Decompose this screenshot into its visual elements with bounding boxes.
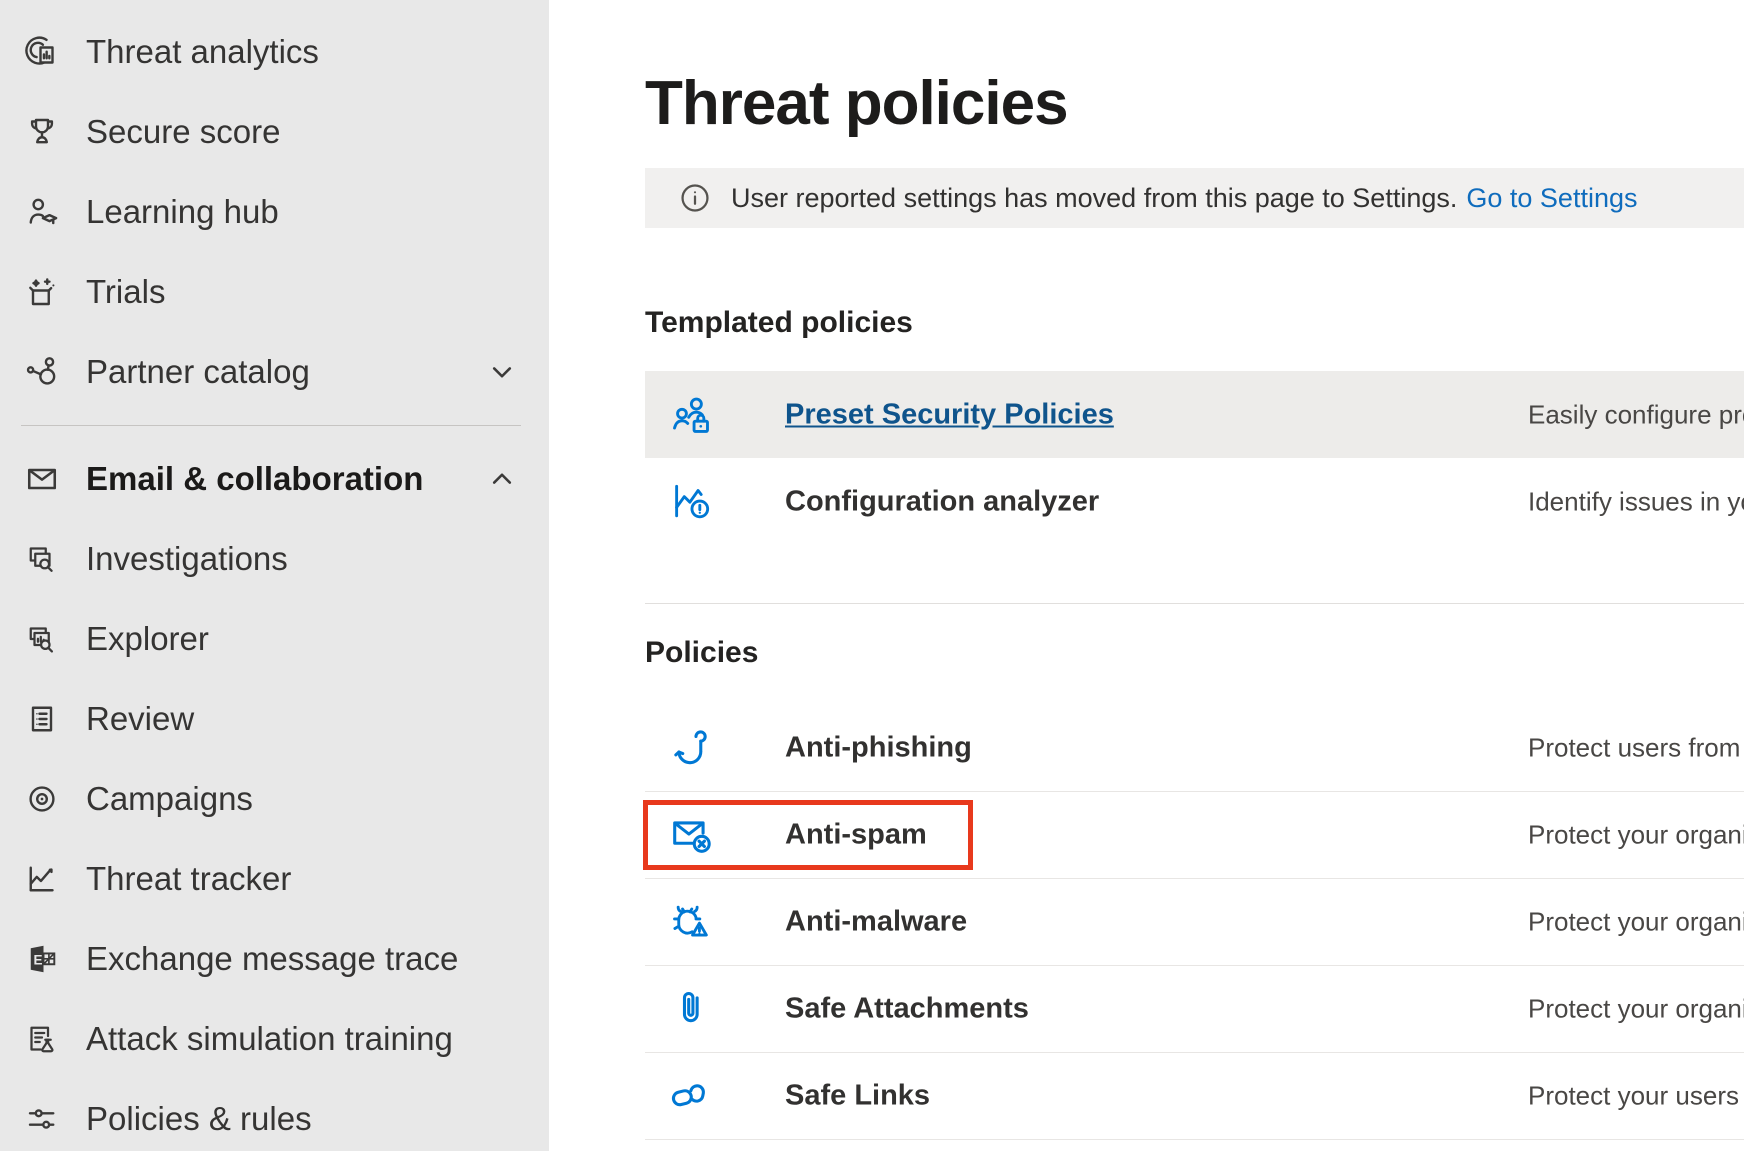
banner-message: User reported settings has moved from th… (731, 183, 1457, 214)
sidebar-item-secure-score[interactable]: Secure score (0, 92, 549, 172)
policies-list: Anti-phishing Protect users from p Anti-… (645, 705, 1744, 1140)
sidebar-item-label: Threat analytics (86, 33, 319, 71)
threat-analytics-icon (22, 32, 62, 72)
investigations-icon (22, 539, 62, 579)
go-to-settings-link[interactable]: Go to Settings (1466, 183, 1637, 214)
page-title: Threat policies (645, 68, 1068, 139)
sidebar-item-policies-rules[interactable]: Policies & rules (0, 1079, 549, 1151)
sidebar-item-label: Email & collaboration (86, 460, 423, 498)
row-description: Protect your organiz (1528, 994, 1744, 1025)
sidebar-item-attack-simulation-training[interactable]: Attack simulation training (0, 999, 549, 1079)
safe-attachments-icon (668, 986, 714, 1032)
policies-heading: Policies (645, 636, 758, 670)
row-label: Configuration analyzer (785, 485, 1099, 518)
anti-phishing-icon (668, 725, 714, 771)
sidebar-item-label: Explorer (86, 620, 209, 658)
sidebar-item-threat-analytics[interactable]: Threat analytics (0, 12, 549, 92)
row-description: Protect your organiz (1528, 907, 1744, 938)
sidebar-item-label: Policies & rules (86, 1100, 312, 1138)
sidebar-item-trials[interactable]: Trials (0, 252, 549, 332)
row-description: Protect your users fr (1528, 1081, 1744, 1112)
sidebar-item-label: Learning hub (86, 193, 279, 231)
anti-spam-icon (668, 812, 714, 858)
row-label: Safe Links (785, 1080, 930, 1113)
sidebar-item-review[interactable]: Review (0, 679, 549, 759)
row-description: Protect users from p (1528, 733, 1744, 764)
sidebar-item-label: Investigations (86, 540, 288, 578)
sidebar: Threat analytics Secure score (0, 0, 549, 1151)
campaigns-icon (22, 779, 62, 819)
info-banner: User reported settings has moved from th… (645, 168, 1744, 228)
anti-malware-icon (668, 899, 714, 945)
sidebar-item-label: Secure score (86, 113, 280, 151)
attack-simulation-icon (22, 1019, 62, 1059)
row-anti-spam[interactable]: Anti-spam Protect your organiz (645, 792, 1744, 879)
sidebar-item-learning-hub[interactable]: Learning hub (0, 172, 549, 252)
main-content: Threat policies User reported settings h… (549, 0, 1744, 1151)
chevron-up-icon[interactable] (485, 462, 519, 496)
explorer-icon (22, 619, 62, 659)
sidebar-item-label: Trials (86, 273, 165, 311)
sidebar-item-investigations[interactable]: Investigations (0, 519, 549, 599)
learning-hub-icon (22, 192, 62, 232)
svg-text:E: E (33, 952, 42, 967)
review-icon (22, 699, 62, 739)
sidebar-item-campaigns[interactable]: Campaigns (0, 759, 549, 839)
sidebar-item-label: Review (86, 700, 194, 738)
threat-tracker-icon (22, 859, 62, 899)
sidebar-divider (21, 425, 521, 426)
row-preset-security-policies[interactable]: Preset Security Policies Easily configur… (645, 371, 1744, 458)
trophy-icon (22, 112, 62, 152)
templated-policies-heading: Templated policies (645, 306, 913, 340)
row-anti-malware[interactable]: Anti-malware Protect your organiz (645, 879, 1744, 966)
row-description: Identify issues in you (1528, 486, 1744, 517)
row-label: Anti-malware (785, 906, 967, 939)
sidebar-item-label: Partner catalog (86, 353, 310, 391)
safe-links-icon (668, 1073, 714, 1119)
row-label: Anti-spam (785, 819, 927, 852)
chevron-down-icon[interactable] (485, 355, 519, 389)
threat-policies-page: Threat analytics Secure score (0, 0, 1744, 1151)
row-anti-phishing[interactable]: Anti-phishing Protect users from p (645, 705, 1744, 792)
sidebar-item-exchange-message-trace[interactable]: E Exchange message trace (0, 919, 549, 999)
row-label: Safe Attachments (785, 993, 1029, 1026)
trials-icon (22, 272, 62, 312)
row-safe-links[interactable]: Safe Links Protect your users fr (645, 1053, 1744, 1140)
sidebar-item-explorer[interactable]: Explorer (0, 599, 549, 679)
sliders-icon (22, 1099, 62, 1139)
exchange-icon: E (22, 939, 62, 979)
sidebar-item-partner-catalog[interactable]: Partner catalog (0, 332, 549, 412)
sidebar-item-threat-tracker[interactable]: Threat tracker (0, 839, 549, 919)
preset-security-policies-icon (668, 392, 714, 438)
row-label: Anti-phishing (785, 732, 972, 765)
sidebar-item-label: Attack simulation training (86, 1020, 453, 1058)
section-divider (645, 603, 1744, 604)
sidebar-item-label: Campaigns (86, 780, 253, 818)
preset-security-policies-link[interactable]: Preset Security Policies (785, 398, 1114, 431)
sidebar-item-email-collaboration[interactable]: Email & collaboration (0, 439, 549, 519)
sidebar-item-label: Threat tracker (86, 860, 291, 898)
info-icon (677, 180, 713, 216)
configuration-analyzer-icon (668, 479, 714, 525)
row-safe-attachments[interactable]: Safe Attachments Protect your organiz (645, 966, 1744, 1053)
row-description: Easily configure prot (1528, 399, 1744, 430)
sidebar-item-label: Exchange message trace (86, 940, 458, 978)
partner-catalog-icon (22, 352, 62, 392)
row-configuration-analyzer[interactable]: Configuration analyzer Identify issues i… (645, 458, 1744, 545)
row-description: Protect your organiz (1528, 820, 1744, 851)
email-icon (22, 459, 62, 499)
